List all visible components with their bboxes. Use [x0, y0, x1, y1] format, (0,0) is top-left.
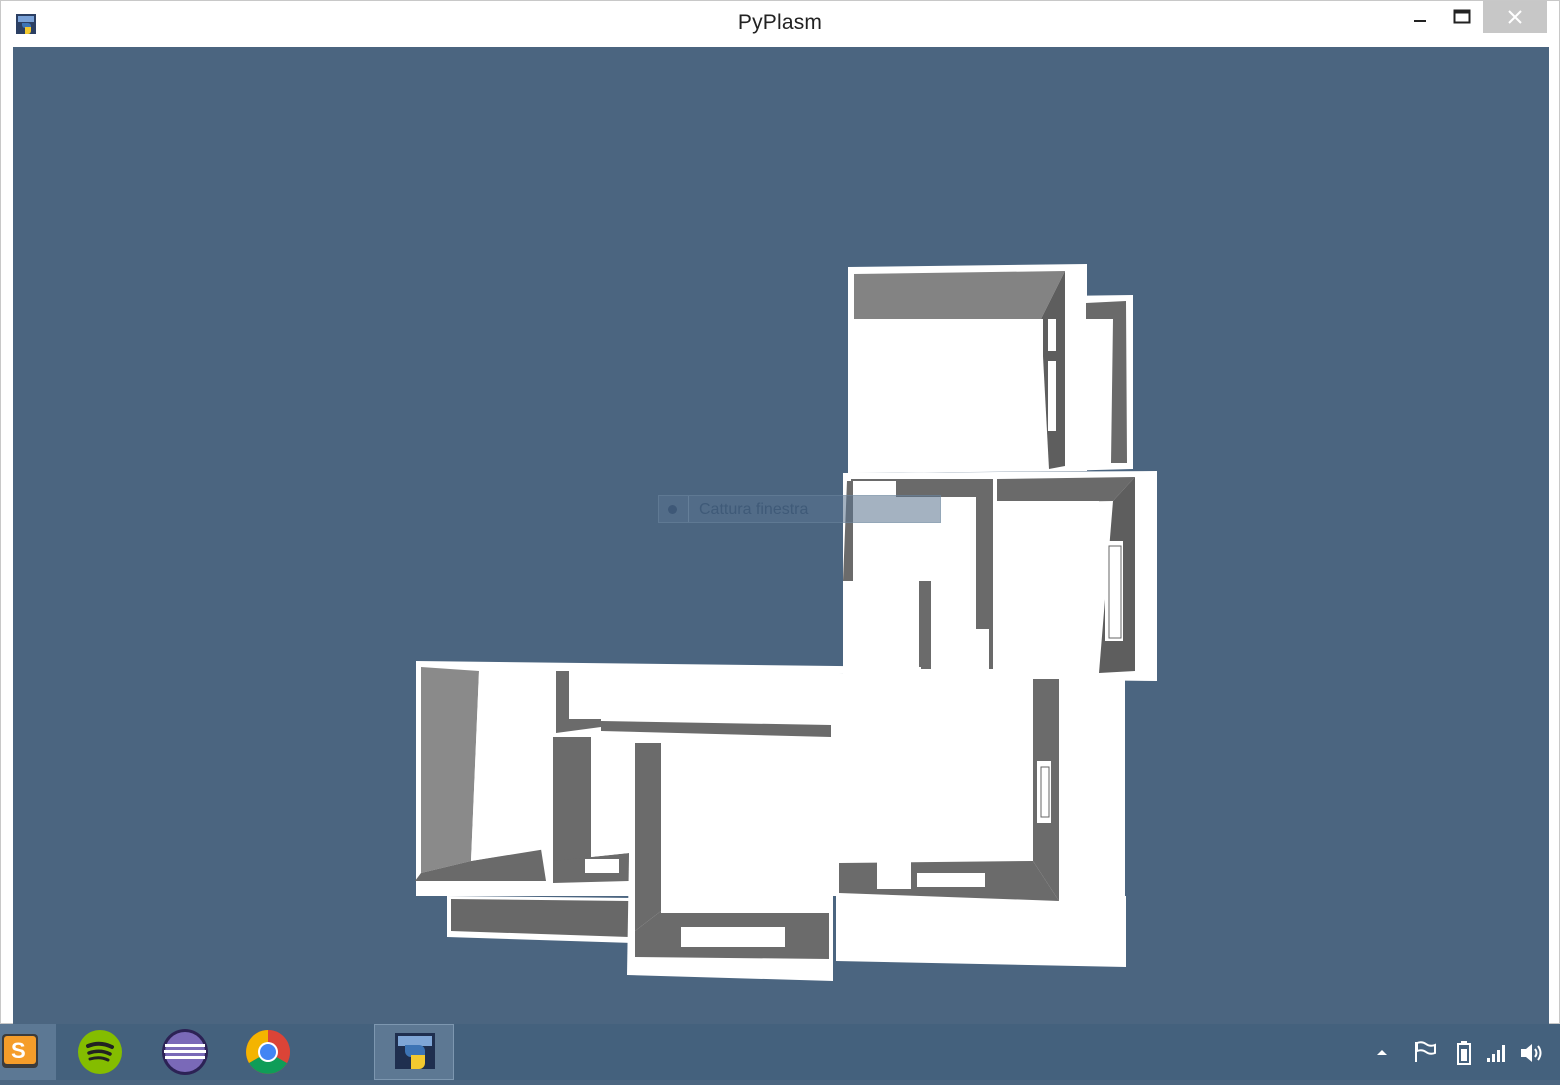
- chrome-icon: [246, 1030, 290, 1074]
- minimize-button[interactable]: [1397, 1, 1443, 33]
- taskbar-chrome[interactable]: [228, 1024, 310, 1080]
- app-window: PyPlasm Cattura finestra: [0, 0, 1560, 1025]
- capture-window-tooltip[interactable]: Cattura finestra: [658, 495, 941, 523]
- 3d-floor-plan[interactable]: [13, 47, 1549, 1025]
- taskbar-spotify[interactable]: [60, 1024, 142, 1080]
- maximize-button[interactable]: [1439, 1, 1485, 33]
- volume-icon[interactable]: [1519, 1040, 1547, 1066]
- eclipse-icon: [162, 1029, 208, 1075]
- taskbar-sublime-text[interactable]: S: [0, 1024, 56, 1080]
- close-button[interactable]: [1483, 1, 1547, 33]
- pyplasm-icon: [395, 1033, 435, 1069]
- tooltip-dot-icon: [668, 505, 677, 514]
- close-icon: [1508, 10, 1522, 24]
- svg-text:S: S: [11, 1038, 26, 1063]
- show-hidden-icons-icon[interactable]: [1374, 1046, 1390, 1058]
- minimize-icon: [1414, 20, 1426, 22]
- battery-icon[interactable]: [1455, 1040, 1473, 1066]
- taskbar-pyplasm[interactable]: [374, 1024, 454, 1080]
- taskbar: S: [0, 1024, 1560, 1080]
- tooltip-label: Cattura finestra: [699, 501, 809, 518]
- 3d-viewport[interactable]: Cattura finestra: [13, 47, 1549, 1025]
- sublime-text-icon: S: [2, 1034, 38, 1068]
- action-center-flag-icon[interactable]: [1412, 1040, 1438, 1064]
- tooltip-divider: [688, 496, 689, 522]
- window-title: PyPlasm: [737, 11, 823, 34]
- maximize-icon: [1453, 9, 1471, 24]
- network-signal-icon[interactable]: [1485, 1042, 1509, 1064]
- taskbar-eclipse[interactable]: [144, 1024, 226, 1080]
- spotify-icon: [78, 1030, 122, 1074]
- title-bar[interactable]: PyPlasm: [1, 1, 1559, 47]
